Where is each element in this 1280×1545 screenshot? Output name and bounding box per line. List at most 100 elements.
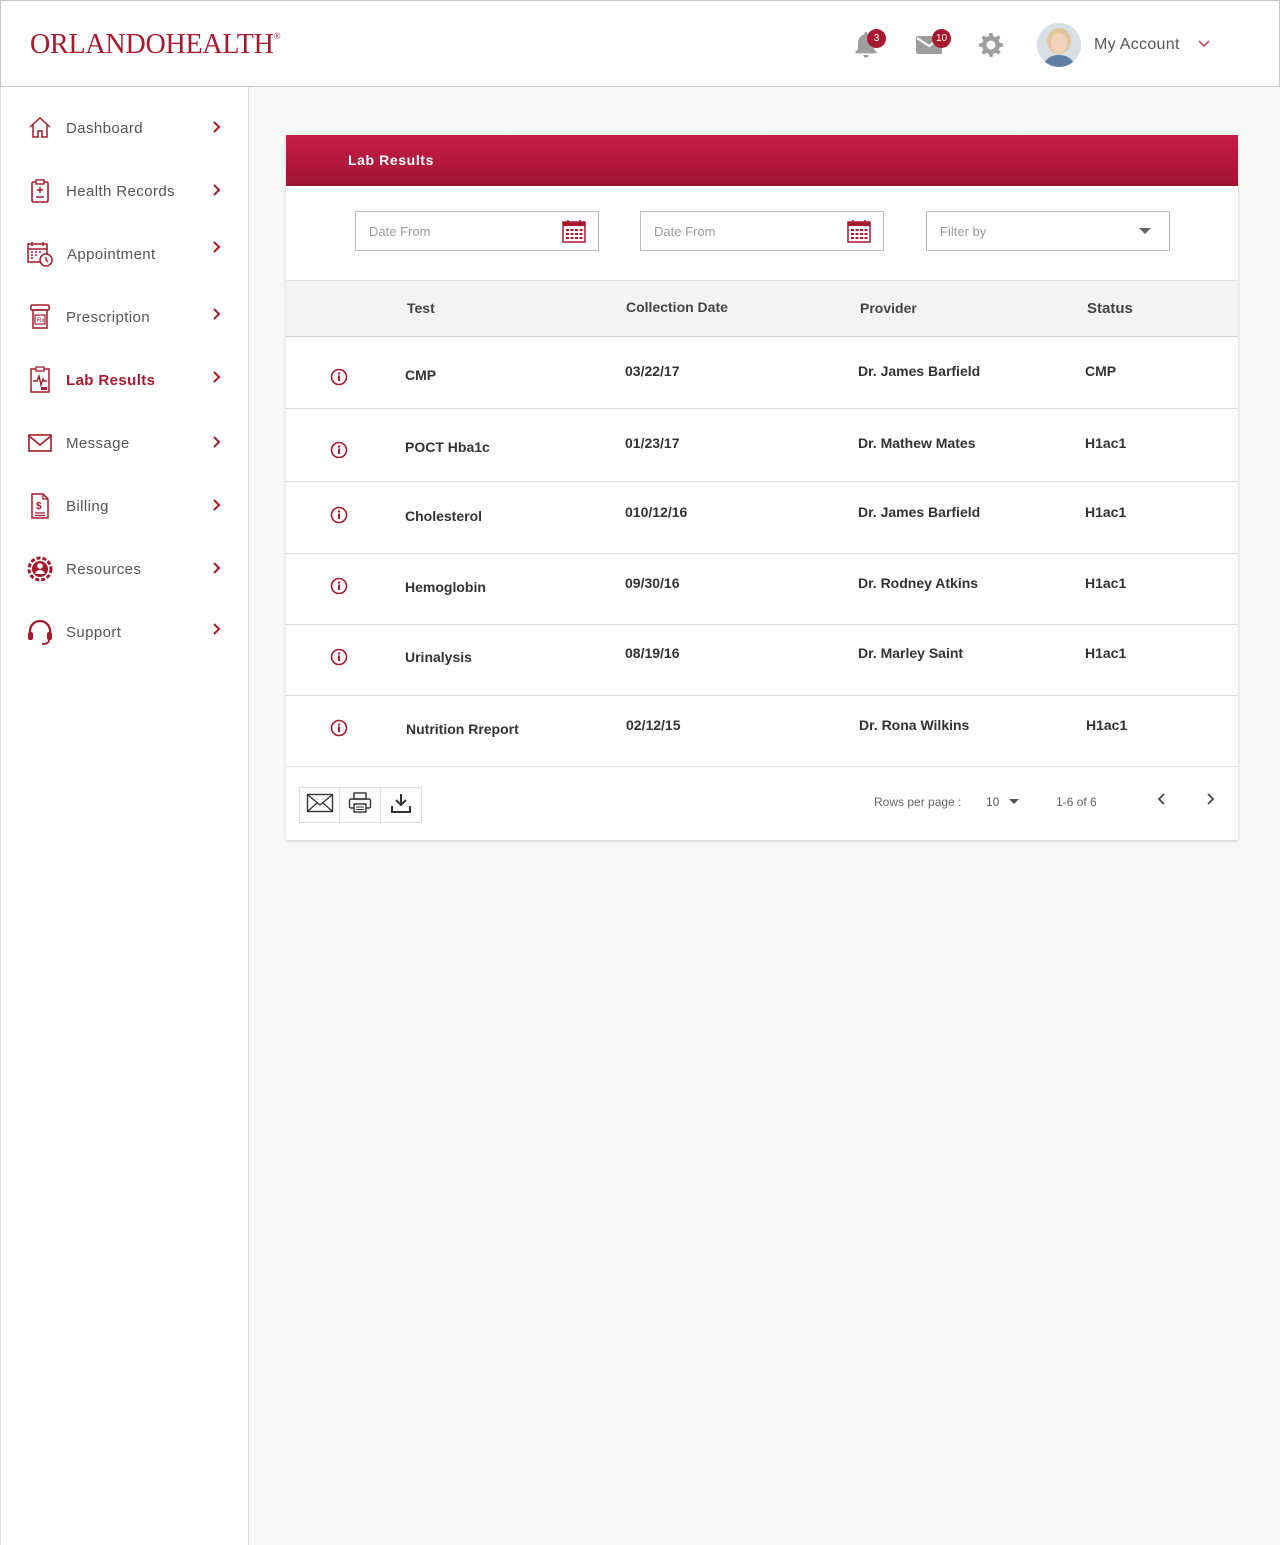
chevron-right-icon: [210, 561, 222, 580]
cell-collection-date: 09/30/16: [625, 575, 680, 591]
orlando-health-logo[interactable]: ORLANDOHEALTH®: [30, 29, 281, 61]
lab-results-card: Lab Results Date From Date From Filter b…: [286, 135, 1238, 840]
chevron-right-icon: [210, 370, 222, 389]
chevron-right-icon: [210, 498, 222, 517]
sidebar-item-label: Resources: [66, 561, 142, 578]
sidebar-item-appointment[interactable]: Appointment: [1, 232, 249, 276]
resources-icon: [26, 555, 54, 583]
info-icon[interactable]: [330, 577, 348, 600]
column-header-collection-date[interactable]: Collection Date: [626, 299, 728, 315]
caret-down-icon[interactable]: [1009, 799, 1019, 804]
table-row[interactable]: Cholesterol 010/12/16 Dr. James Barfield…: [286, 482, 1238, 554]
info-icon[interactable]: [330, 719, 348, 742]
filter-by-select[interactable]: Filter by: [926, 211, 1170, 251]
cell-status: H1ac1: [1085, 645, 1127, 661]
date-from-placeholder: Date From: [654, 224, 716, 239]
cell-status: CMP: [1085, 363, 1117, 379]
table-row[interactable]: Nutrition Rreport 02/12/15 Dr. Rona Wilk…: [286, 695, 1238, 767]
cell-provider: Dr. Marley Saint: [858, 645, 964, 661]
table-header: Test Collection Date Provider Status: [286, 280, 1238, 337]
date-from-input[interactable]: Date From: [355, 211, 599, 251]
sidebar-item-message[interactable]: Message: [1, 421, 249, 465]
sidebar-item-lab-results[interactable]: Lab Results: [1, 358, 249, 402]
cell-test: Cholesterol: [405, 508, 483, 524]
logo-registered-mark: ®: [273, 31, 281, 41]
clipboard-icon: [26, 177, 54, 205]
logo-text-health: HEALTH: [165, 29, 274, 60]
cell-collection-date: 08/19/16: [625, 645, 680, 661]
cell-provider: Dr. Rona Wilkins: [859, 717, 970, 733]
sidebar-item-resources[interactable]: Resources: [1, 547, 249, 591]
bill-icon: $: [26, 492, 54, 520]
sidebar-item-prescription[interactable]: Rx Prescription: [1, 295, 249, 339]
date-to-input[interactable]: Date From: [640, 211, 884, 251]
cell-provider: Dr. James Barfield: [858, 504, 981, 520]
cell-collection-date: 010/12/16: [625, 504, 688, 520]
cell-test: POCT Hba1c: [405, 439, 490, 455]
export-button-group: [299, 787, 422, 823]
svg-text:$: $: [36, 501, 42, 512]
messages-button[interactable]: 10: [913, 29, 951, 63]
calendar-icon[interactable]: [847, 219, 871, 248]
date-from-placeholder: Date From: [369, 224, 431, 239]
sidebar-item-health-records[interactable]: Health Records: [1, 169, 249, 213]
headset-icon: [26, 618, 54, 646]
cell-status: H1ac1: [1085, 575, 1127, 591]
chevron-right-icon: [210, 307, 222, 326]
caret-down-icon: [1139, 228, 1151, 234]
calendar-icon[interactable]: [562, 219, 586, 248]
cell-test: Hemoglobin: [405, 579, 486, 595]
svg-text:Rx: Rx: [37, 318, 44, 324]
chevron-left-icon[interactable]: [1156, 791, 1168, 812]
info-icon[interactable]: [330, 648, 348, 671]
logo-text-orlando: ORLANDO: [30, 29, 166, 60]
chevron-down-icon[interactable]: [1197, 37, 1211, 56]
top-header: ORLANDOHEALTH® 3 10 My Account: [0, 0, 1280, 87]
info-icon[interactable]: [330, 368, 348, 391]
chevron-right-icon: [210, 435, 222, 454]
sidebar-item-dashboard[interactable]: Dashboard: [1, 106, 249, 150]
sidebar-item-label: Lab Results: [66, 372, 156, 389]
sidebar-item-support[interactable]: Support: [1, 610, 249, 654]
column-header-status[interactable]: Status: [1087, 300, 1133, 317]
print-button[interactable]: [340, 788, 381, 822]
email-button[interactable]: [300, 788, 341, 822]
sidebar-item-label: Appointment: [67, 246, 156, 263]
sidebar-item-label: Support: [66, 624, 122, 641]
my-account-menu[interactable]: My Account: [1094, 36, 1180, 54]
notifications-count-badge: 3: [867, 29, 886, 48]
cell-status: H1ac1: [1085, 504, 1127, 520]
column-header-provider[interactable]: Provider: [860, 300, 917, 316]
cell-test: Urinalysis: [405, 649, 472, 665]
rows-per-page-select[interactable]: 10: [986, 795, 999, 809]
chevron-right-icon[interactable]: [1204, 791, 1216, 812]
cell-test: CMP: [405, 367, 437, 383]
notifications-button[interactable]: 3: [850, 29, 886, 63]
cell-status: H1ac1: [1086, 717, 1128, 733]
table-row[interactable]: Urinalysis 08/19/16 Dr. Marley Saint H1a…: [286, 624, 1238, 696]
user-avatar[interactable]: [1037, 23, 1081, 67]
settings-button[interactable]: [976, 31, 1008, 63]
chevron-right-icon: [210, 622, 222, 641]
envelope-icon: [306, 793, 334, 818]
column-header-test[interactable]: Test: [407, 300, 435, 316]
info-icon[interactable]: [330, 441, 348, 464]
download-icon: [390, 792, 412, 819]
lab-report-icon: [26, 366, 54, 394]
cell-collection-date: 02/12/15: [626, 717, 681, 733]
chevron-right-icon: [210, 183, 222, 202]
info-icon[interactable]: [330, 506, 348, 529]
cell-status: H1ac1: [1085, 435, 1127, 451]
filter-by-placeholder: Filter by: [940, 224, 987, 239]
messages-count-badge: 10: [932, 29, 951, 48]
sidebar-item-billing[interactable]: $ Billing: [1, 484, 249, 528]
table-row[interactable]: Hemoglobin 09/30/16 Dr. Rodney Atkins H1…: [286, 553, 1238, 625]
download-button[interactable]: [381, 788, 421, 822]
table-row[interactable]: CMP 03/22/17 Dr. James Barfield CMP: [286, 337, 1238, 409]
table-row[interactable]: POCT Hba1c 01/23/17 Dr. Mathew Mates H1a…: [286, 410, 1238, 482]
cell-collection-date: 03/22/17: [625, 363, 680, 379]
calendar-clock-icon: [26, 240, 54, 268]
cell-provider: Dr. Rodney Atkins: [858, 575, 979, 591]
gear-icon: [977, 30, 1007, 65]
page-title: Lab Results: [348, 152, 434, 168]
